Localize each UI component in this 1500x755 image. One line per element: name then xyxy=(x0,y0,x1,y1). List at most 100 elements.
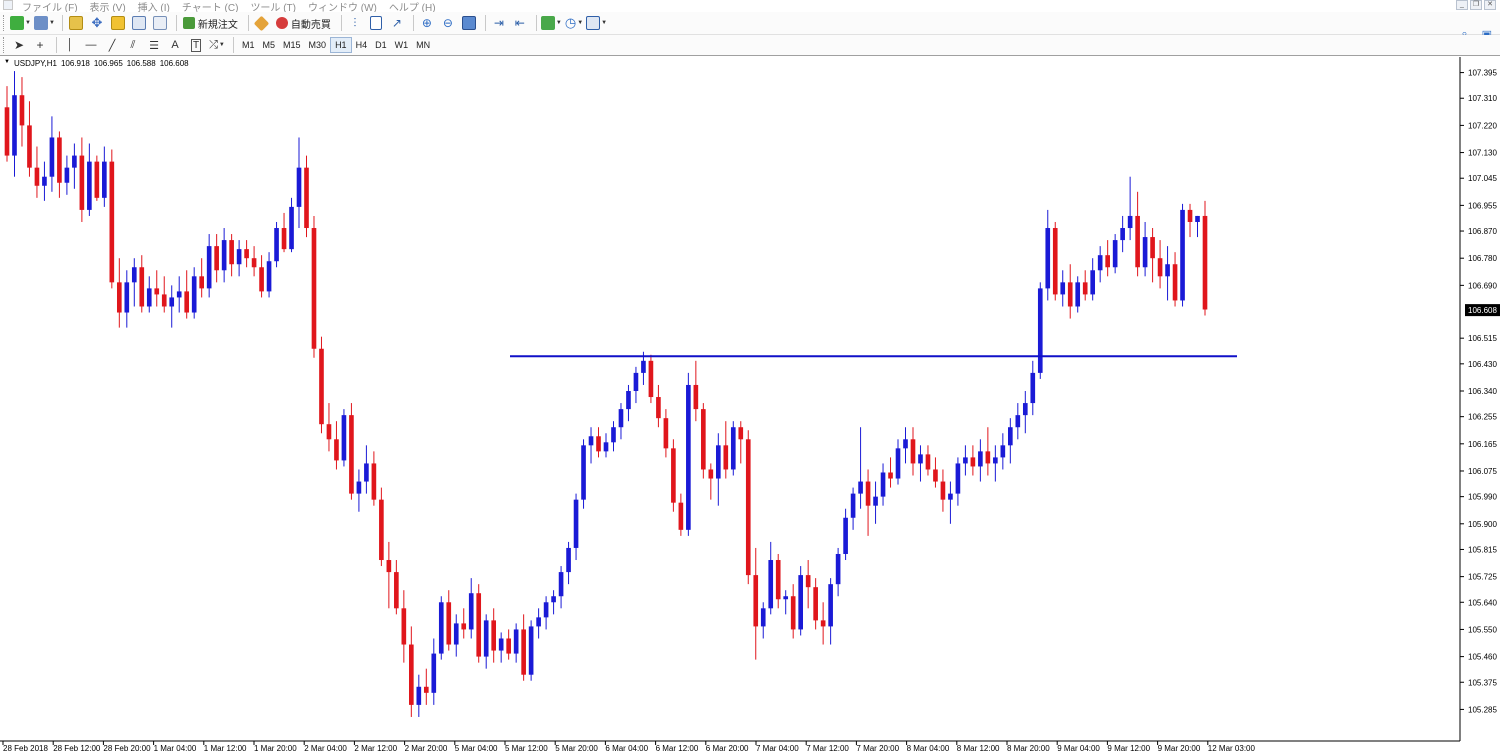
candle-body xyxy=(139,267,145,307)
strategy-tester-button[interactable] xyxy=(151,14,169,32)
indicators-icon xyxy=(540,16,555,30)
ohlc-open: 106.918 xyxy=(60,59,90,68)
menu-view[interactable]: 表示 (V) xyxy=(90,0,126,12)
price-tick-label: 107.220 xyxy=(1468,121,1497,130)
data-window-button[interactable]: ✥ xyxy=(88,14,106,32)
candle-body xyxy=(1127,215,1133,229)
periods-button[interactable]: ◷ ▼ xyxy=(565,14,583,32)
timeframe-m15[interactable]: M15 xyxy=(279,37,305,53)
candle-body xyxy=(618,409,624,428)
standard-toolbar: ▼ ▼ ✥ 新規注文 自動売買 ⫶ ↗ ⊕ ⊖ ⇥ ⇤ ▼ ◷ ▼ ▼ ⌕ xyxy=(0,12,1500,41)
timeframe-h1[interactable]: H1 xyxy=(330,37,352,53)
candle-body xyxy=(760,608,766,627)
candle-body xyxy=(955,463,961,494)
channel-button[interactable]: ⫽ xyxy=(124,36,142,54)
text-button[interactable]: A xyxy=(166,36,184,54)
menu-window[interactable]: ウィンドウ (W) xyxy=(308,0,377,12)
vertical-line-button[interactable]: │ xyxy=(61,36,79,54)
candle-body xyxy=(87,161,92,210)
restore-icon[interactable]: ❐ xyxy=(1470,0,1482,10)
candle-body xyxy=(461,623,467,630)
candle-body xyxy=(1082,282,1088,295)
candle-body xyxy=(543,602,549,618)
candle-body xyxy=(468,593,474,630)
candle-body xyxy=(1067,282,1073,307)
profiles-button[interactable]: ▼ xyxy=(33,14,55,32)
trendline-button[interactable]: ╱ xyxy=(103,36,121,54)
timeframe-m5[interactable]: M5 xyxy=(259,37,280,53)
minimize-icon[interactable]: _ xyxy=(1456,0,1468,10)
candle-body xyxy=(12,95,17,156)
crosshair-button[interactable]: + xyxy=(31,36,49,54)
candle-body xyxy=(102,161,107,198)
zoom-out-button[interactable]: ⊖ xyxy=(439,14,457,32)
price-tick-label: 106.870 xyxy=(1468,227,1497,236)
time-tick-label: 9 Mar 04:00 xyxy=(1057,744,1100,753)
price-tick-label: 107.130 xyxy=(1468,149,1497,158)
candle-body xyxy=(304,167,309,229)
cursor-button[interactable]: ➤ xyxy=(10,36,28,54)
time-tick-label: 6 Mar 20:00 xyxy=(706,744,749,753)
tile-windows-icon xyxy=(461,16,476,30)
line-chart-button[interactable]: ↗ xyxy=(388,14,406,32)
candle-body xyxy=(948,493,953,500)
candle-body xyxy=(656,397,661,419)
terminal-button[interactable] xyxy=(130,14,148,32)
indicators-button[interactable]: ▼ xyxy=(540,14,562,32)
close-icon[interactable]: ✕ xyxy=(1484,0,1496,10)
candle-body xyxy=(4,107,10,156)
fibonacci-button[interactable]: ☰ xyxy=(145,36,163,54)
timeframe-d1[interactable]: D1 xyxy=(371,37,391,53)
candle-body xyxy=(985,451,991,464)
chart-shift-button[interactable]: ⇥ xyxy=(490,14,508,32)
channel-icon: ⫽ xyxy=(130,38,136,51)
candle-body xyxy=(491,620,497,651)
zoom-in-button[interactable]: ⊕ xyxy=(418,14,436,32)
candle-body xyxy=(813,587,818,621)
candle-body xyxy=(251,258,257,268)
candle-body xyxy=(843,517,848,554)
candle-body xyxy=(663,418,669,449)
timeframe-h4[interactable]: H4 xyxy=(352,37,372,53)
chart-window[interactable]: 107.395 107.310 107.220 107.130 107.045 106.9… xyxy=(0,57,1500,755)
bar-chart-button[interactable]: ⫶ xyxy=(346,14,364,32)
app-icon xyxy=(3,0,13,10)
horizontal-line-button[interactable]: — xyxy=(82,36,100,54)
timeframe-w1[interactable]: W1 xyxy=(391,37,413,53)
metaeditor-button[interactable] xyxy=(253,14,271,32)
time-tick-label: 8 Mar 20:00 xyxy=(1007,744,1050,753)
arrows-button[interactable]: ⤮ ▼ xyxy=(208,36,226,54)
navigator-button[interactable] xyxy=(109,14,127,32)
candle-body xyxy=(356,481,362,494)
candle-body xyxy=(1157,258,1163,277)
price-chart[interactable]: 107.395 107.310 107.220 107.130 107.045 106.9… xyxy=(0,57,1500,755)
menu-chart[interactable]: チャート (C) xyxy=(182,0,239,12)
timeframe-mn[interactable]: MN xyxy=(412,37,434,53)
new-chart-button[interactable]: ▼ xyxy=(10,14,31,32)
candle-body xyxy=(266,261,272,292)
tile-windows-button[interactable] xyxy=(460,14,478,32)
price-tick-label: 105.375 xyxy=(1468,678,1497,687)
text-label-button[interactable]: T xyxy=(187,36,205,54)
timeframe-m30[interactable]: M30 xyxy=(305,37,331,53)
time-tick-label: 28 Feb 12:00 xyxy=(53,744,101,753)
price-tick-label: 105.285 xyxy=(1468,705,1497,714)
candle-body xyxy=(686,384,691,530)
candlestick-button[interactable] xyxy=(367,14,385,32)
candle-body xyxy=(116,282,122,313)
market-watch-button[interactable] xyxy=(67,14,85,32)
time-tick-label: 7 Mar 12:00 xyxy=(806,744,849,753)
menu-insert[interactable]: 挿入 (I) xyxy=(138,0,170,12)
candle-body xyxy=(1030,372,1036,404)
templates-button[interactable]: ▼ xyxy=(586,14,607,32)
auto-scroll-button[interactable]: ⇤ xyxy=(511,14,529,32)
candle-body xyxy=(206,246,212,289)
menu-file[interactable]: ファイル (F) xyxy=(22,0,78,12)
candlestick-icon xyxy=(369,16,382,30)
new-order-button[interactable]: 新規注文 xyxy=(181,14,241,32)
menu-help[interactable]: ヘルプ (H) xyxy=(389,0,436,12)
autotrading-button[interactable]: 自動売買 xyxy=(274,14,334,32)
menu-tools[interactable]: ツール (T) xyxy=(250,0,296,12)
candle-body xyxy=(873,496,878,506)
timeframe-m1[interactable]: M1 xyxy=(238,37,259,53)
